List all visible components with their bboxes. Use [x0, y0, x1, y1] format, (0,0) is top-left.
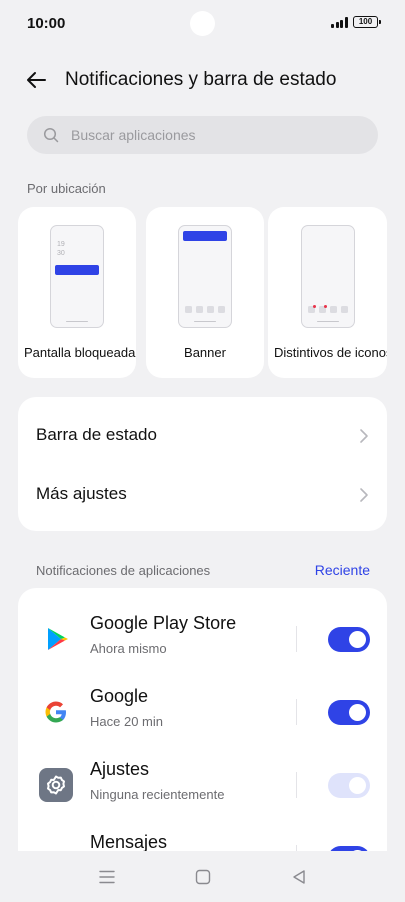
- google-play-store-icon: [48, 628, 68, 650]
- page-title: Notificaciones y barra de estado: [65, 69, 337, 90]
- location-card-label: Banner: [184, 345, 226, 360]
- search-bar[interactable]: [27, 116, 378, 154]
- location-card-banner[interactable]: Banner: [146, 207, 264, 378]
- front-camera: [190, 11, 215, 36]
- location-card-label: Pantalla bloqueada: [24, 345, 136, 360]
- app-row-google[interactable]: Google Hace 20 min: [18, 681, 387, 754]
- location-section-label: Por ubicación: [27, 181, 106, 196]
- chevron-right-icon: [360, 429, 368, 443]
- settings-card: Barra de estado Más ajustes: [18, 397, 387, 531]
- status-bar-settings-row[interactable]: Barra de estado: [18, 405, 387, 464]
- home-icon[interactable]: [194, 868, 212, 886]
- app-row-google-play-store[interactable]: Google Play Store Ahora mismo: [18, 608, 387, 681]
- app-notifications-label: Notificaciones de aplicaciones: [36, 563, 211, 578]
- app-name: Google: [90, 686, 149, 706]
- signal-icon: [331, 17, 348, 28]
- app-name: Mensajes: [90, 832, 168, 852]
- app-row-settings[interactable]: Ajustes Ninguna recientemente: [18, 754, 387, 827]
- notification-toggle-disabled: [328, 773, 370, 798]
- sort-recent-button[interactable]: Reciente: [315, 562, 370, 578]
- clock: 10:00: [27, 15, 66, 32]
- chevron-right-icon: [360, 488, 368, 502]
- location-card-lock-screen[interactable]: 19 30 Pantalla bloqueada: [18, 207, 136, 378]
- preview-time: 19 30: [57, 241, 65, 257]
- status-bar: 10:00 100: [0, 0, 405, 48]
- page-header: Notificaciones y barra de estado: [0, 60, 405, 100]
- battery-icon: 100: [353, 16, 381, 28]
- google-icon: [45, 701, 66, 723]
- location-card-label: Distintivos de iconos: [274, 345, 387, 360]
- app-last-notification: Hace 20 min: [90, 714, 163, 729]
- notification-toggle[interactable]: [328, 700, 370, 725]
- search-icon: [43, 127, 59, 143]
- back-arrow-icon[interactable]: [24, 68, 48, 92]
- app-last-notification: Ahora mismo: [90, 641, 167, 656]
- banner-preview: [178, 225, 232, 328]
- more-settings-row[interactable]: Más ajustes: [18, 464, 387, 523]
- icon-badges-preview: [300, 225, 355, 328]
- app-last-notification: Ninguna recientemente: [90, 787, 225, 802]
- settings-icon: [39, 768, 73, 802]
- app-name: Google Play Store: [90, 613, 237, 633]
- row-label: Barra de estado: [36, 425, 157, 444]
- recent-apps-icon[interactable]: [98, 868, 116, 886]
- app-name: Ajustes: [90, 759, 150, 779]
- notification-toggle[interactable]: [328, 627, 370, 652]
- location-card-icon-badges[interactable]: Distintivos de iconos: [268, 207, 387, 378]
- lock-screen-preview: 19 30: [50, 225, 104, 328]
- row-label: Más ajustes: [36, 484, 127, 503]
- back-triangle-icon[interactable]: [290, 868, 308, 886]
- system-navigation-bar: [0, 851, 405, 902]
- app-notifications-header: Notificaciones de aplicaciones Reciente: [36, 562, 370, 580]
- search-input[interactable]: [71, 116, 361, 154]
